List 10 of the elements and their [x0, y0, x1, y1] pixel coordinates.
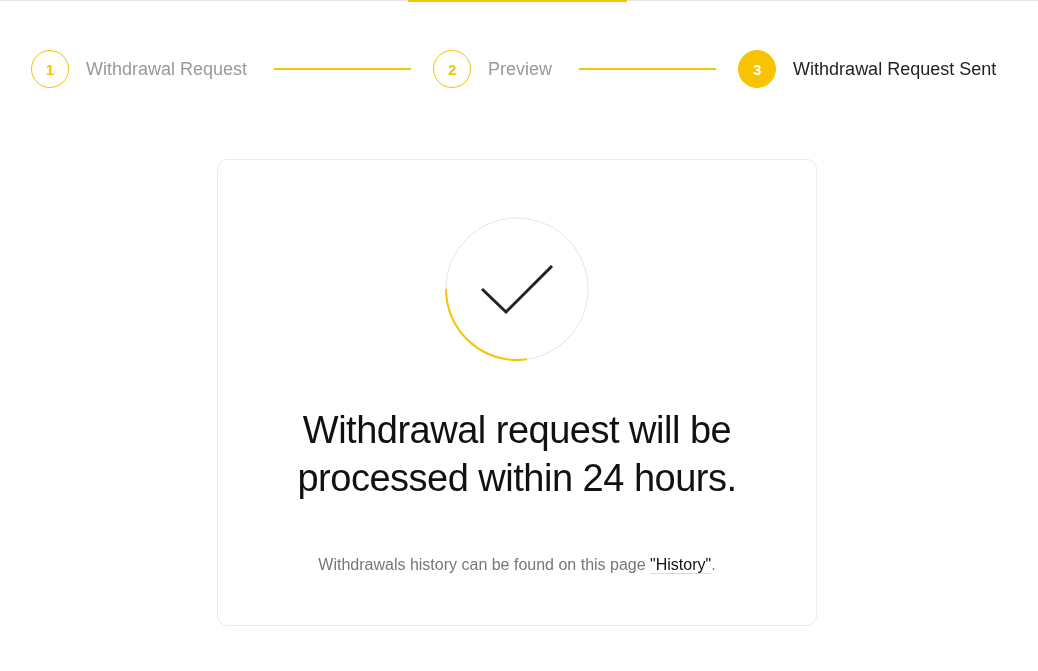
step-label: Withdrawal Request [86, 58, 248, 80]
history-link[interactable]: "History" [650, 556, 712, 574]
result-heading: Withdrawal request will be processed within 24 hours. [296, 408, 738, 501]
step-label: Preview [488, 58, 553, 80]
step-number: 2 [433, 50, 472, 88]
step-label: Withdrawal Request Sent [793, 58, 997, 80]
step-number: 3 [738, 50, 777, 88]
history-note: Withdrawals history can be found on this page "History". [318, 556, 716, 574]
check-circle-icon [445, 217, 589, 361]
step-number: 1 [31, 50, 69, 88]
